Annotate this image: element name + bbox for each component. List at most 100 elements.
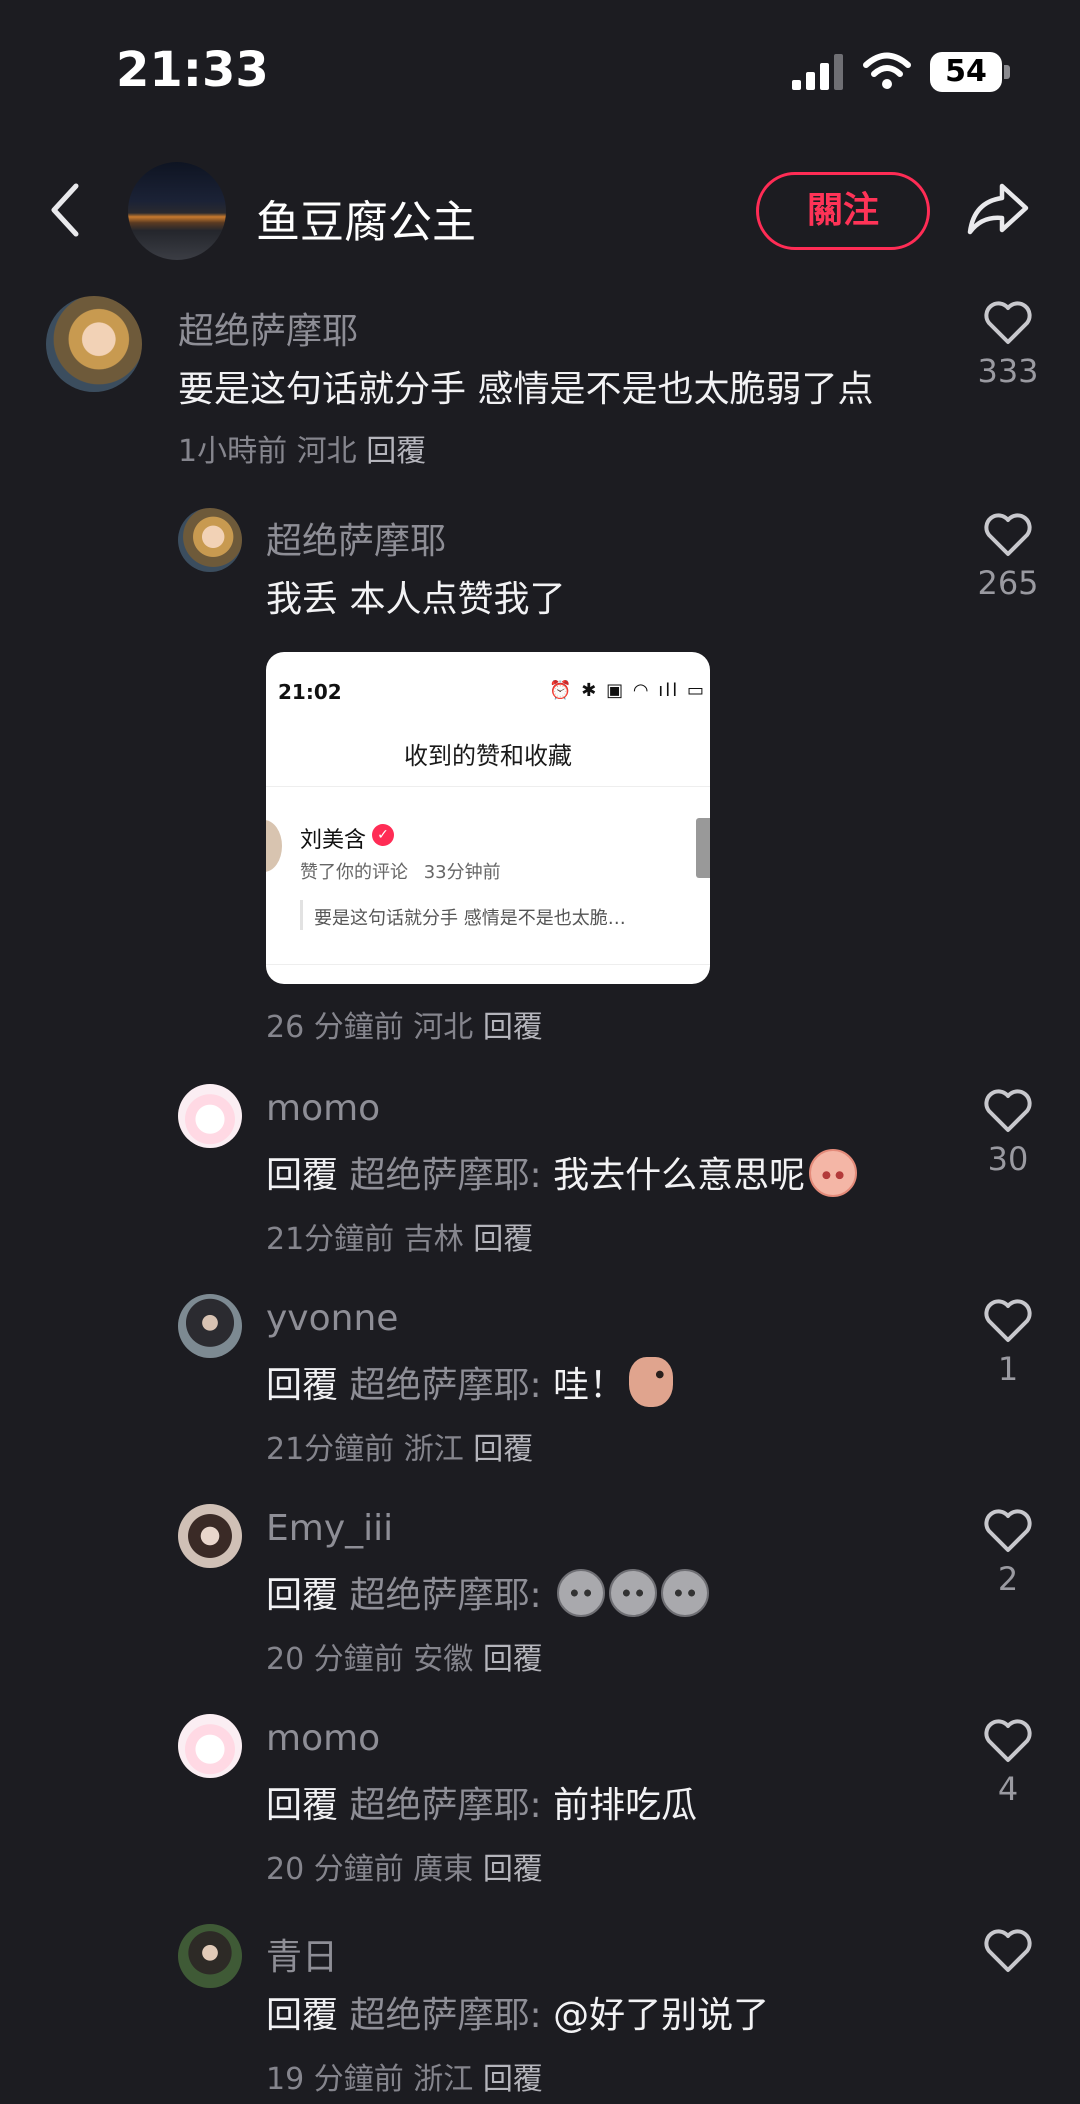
follow-button[interactable]: 關注	[756, 172, 930, 250]
reply-body: @好了别说了	[553, 1995, 770, 2036]
reply-username[interactable]: Emy_iii	[266, 1508, 393, 1549]
status-time: 21:33	[116, 42, 269, 98]
reply-button[interactable]: 回覆	[483, 2062, 543, 2097]
reply-text: 回覆 超绝萨摩耶:	[266, 1566, 710, 1618]
reply-username[interactable]: momo	[266, 1088, 380, 1129]
reply-time: 20 分鐘前	[266, 1642, 404, 1677]
reply-time: 20 分鐘前	[266, 1852, 404, 1887]
avatar[interactable]	[178, 1294, 242, 1358]
verified-check-icon: ✓	[372, 824, 394, 846]
heart-icon	[984, 1509, 1032, 1552]
screenshot-title: 收到的赞和收藏	[404, 742, 572, 770]
heart-icon	[984, 1089, 1032, 1132]
reply-time: 21分鐘前	[266, 1432, 395, 1467]
like-count: 1	[997, 1350, 1019, 1388]
author-avatar[interactable]	[128, 162, 226, 260]
attached-screenshot[interactable]: 21:02 ⏰ ✱ ▣ ◠ ıll ▭ 收到的赞和收藏 刘美含 ✓ 赞了你的评论…	[266, 652, 710, 984]
avatar[interactable]	[178, 1084, 242, 1148]
heart-icon	[984, 1299, 1032, 1342]
reply-target[interactable]: 超绝萨摩耶:	[349, 1575, 541, 1616]
reply-prefix: 回覆	[266, 1575, 339, 1616]
like-count: 265	[977, 564, 1039, 602]
comment-location: 河北	[296, 434, 357, 469]
avatar[interactable]	[178, 1714, 242, 1778]
reply-meta: 26 分鐘前 河北 回覆	[266, 1002, 543, 1046]
like-count: 2	[997, 1560, 1019, 1598]
reply-prefix: 回覆	[266, 1785, 339, 1826]
reply-username[interactable]: yvonne	[266, 1298, 398, 1339]
reply-meta: 21分鐘前 浙江 回覆	[266, 1424, 533, 1468]
like-button[interactable]: 333	[968, 300, 1048, 390]
avatar[interactable]	[178, 508, 242, 572]
reply-location: 浙江	[403, 1432, 464, 1467]
reply-prefix: 回覆	[266, 1365, 339, 1406]
reply-location: 吉林	[403, 1222, 464, 1257]
screenshot-status-icons: ⏰ ✱ ▣ ◠ ıll ▭	[549, 680, 706, 701]
stone-face-emoji-icon	[557, 1569, 606, 1617]
quote-bar	[300, 900, 303, 930]
reply-username[interactable]: 青日	[266, 1928, 338, 1980]
reply-location: 河北	[413, 1010, 474, 1045]
reply-target[interactable]: 超绝萨摩耶:	[349, 1365, 541, 1406]
comment-time: 1小時前	[178, 434, 288, 469]
reply-target[interactable]: 超绝萨摩耶:	[349, 1785, 541, 1826]
comment-username[interactable]: 超绝萨摩耶	[178, 302, 358, 354]
reply-button[interactable]: 回覆	[473, 1432, 533, 1467]
like-button[interactable]: 1	[968, 1298, 1048, 1388]
divider	[266, 964, 710, 965]
reply-button[interactable]: 回覆	[483, 1010, 543, 1045]
reply-button[interactable]: 回覆	[366, 434, 426, 469]
like-button[interactable]: 4	[968, 1718, 1048, 1808]
back-arrow-icon[interactable]	[46, 180, 86, 240]
status-bar: 21:33 54	[0, 0, 1080, 140]
reply-meta: 21分鐘前 吉林 回覆	[266, 1214, 533, 1258]
reply-username[interactable]: momo	[266, 1718, 380, 1759]
avatar[interactable]	[46, 296, 142, 392]
reply-prefix: 回覆	[266, 1155, 339, 1196]
comment-text: 要是这句话就分手 感情是不是也太脆弱了点	[178, 369, 874, 410]
reply-location: 安徽	[413, 1642, 474, 1677]
like-button[interactable]: 30	[968, 1088, 1048, 1178]
reply-meta: 19 分鐘前 浙江 回覆	[266, 2054, 543, 2098]
reply-text: 回覆 超绝萨摩耶: 前排吃瓜	[266, 1776, 697, 1828]
screenshot-quote: 要是这句话就分手 感情是不是也太脆…	[314, 908, 626, 929]
avatar[interactable]	[178, 1504, 242, 1568]
reply-button[interactable]: 回覆	[483, 1642, 543, 1677]
screenshot-subline: 赞了你的评论 33分钟前	[300, 858, 501, 884]
reply-text: 回覆 超绝萨摩耶: @好了别说了	[266, 1986, 769, 2038]
comment-meta: 1小時前 河北 回覆	[178, 426, 426, 470]
app-screen: 21:33 54 鱼豆腐公主 關注 超绝萨摩耶 要是这句话就分手 感情是不是也太…	[0, 0, 1080, 2104]
screenshot-thumbnail	[696, 818, 710, 878]
wifi-icon	[863, 52, 911, 89]
cellular-signal-icon	[792, 54, 843, 90]
peeking-bean-emoji-icon	[629, 1357, 674, 1407]
stone-face-emoji-icon	[661, 1569, 710, 1617]
divider	[266, 786, 710, 787]
reply-time: 21分鐘前	[266, 1222, 395, 1257]
reply-text: 我丢 本人点赞我了	[266, 579, 566, 620]
like-button[interactable]: 265	[968, 512, 1048, 602]
reply-body: 前排吃瓜	[553, 1785, 698, 1826]
screenshot-time: 21:02	[278, 680, 342, 704]
like-count: 333	[977, 352, 1039, 390]
share-icon[interactable]	[966, 178, 1030, 238]
heart-icon	[984, 1929, 1032, 1972]
screenshot-action: 赞了你的评论	[300, 862, 408, 883]
screenshot-avatar	[266, 820, 282, 872]
screenshot-ago: 33分钟前	[423, 862, 501, 883]
reply-body: 我去什么意思呢	[553, 1155, 806, 1196]
like-button[interactable]	[968, 1928, 1048, 1980]
like-count: 4	[997, 1770, 1019, 1808]
reply-target[interactable]: 超绝萨摩耶:	[349, 1995, 541, 2036]
peach-face-emoji-icon	[809, 1149, 858, 1197]
like-button[interactable]: 2	[968, 1508, 1048, 1598]
author-name[interactable]: 鱼豆腐公主	[256, 186, 476, 250]
heart-icon	[984, 1719, 1032, 1762]
reply-button[interactable]: 回覆	[483, 1852, 543, 1887]
reply-username[interactable]: 超绝萨摩耶	[266, 512, 446, 564]
reply-button[interactable]: 回覆	[473, 1222, 533, 1257]
reply-target[interactable]: 超绝萨摩耶:	[349, 1155, 541, 1196]
battery-icon: 54	[930, 52, 1010, 92]
heart-icon	[984, 513, 1032, 556]
avatar[interactable]	[178, 1924, 242, 1988]
